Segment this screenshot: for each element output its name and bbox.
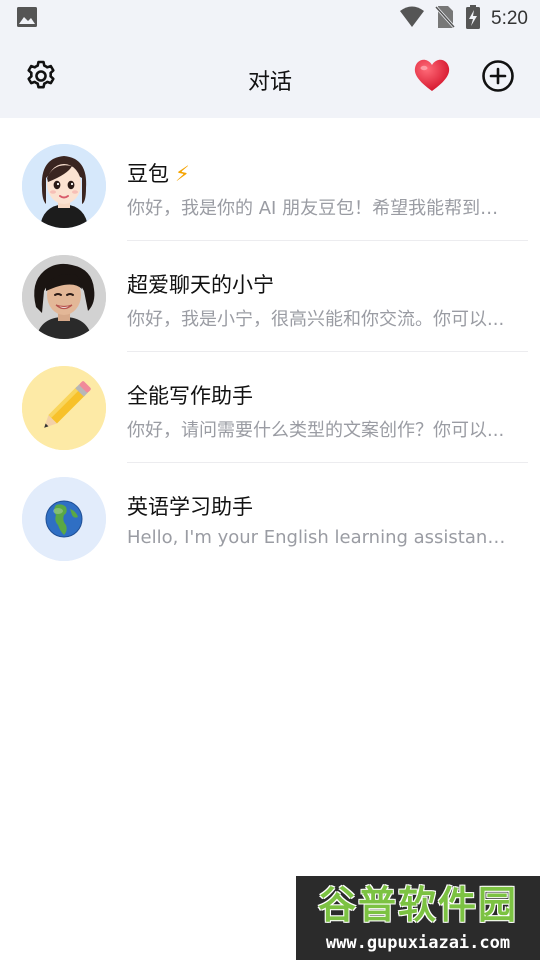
screen: 5:20 对话 豆包 ⚡ 你好，我是你的 AI 朋友豆包！希望我能帮到你... … [0,0,540,960]
status-time: 5:20 [491,8,528,29]
globe-icon [22,477,106,561]
image-icon [16,6,38,32]
new-chat-button[interactable] [476,56,520,100]
cartoon-girl-avatar [22,144,106,228]
avatar [22,366,106,450]
conversation-preview: 你好，我是小宁，很高兴能和你交流。你可以... [127,309,505,330]
conversation-name: 英语学习助手 [127,495,253,519]
watermark-url: www.gupuxiazai.com [325,933,511,953]
pencil-icon [22,366,106,450]
wifi-icon [399,6,425,32]
conversation-list: 豆包 ⚡ 你好，我是你的 AI 朋友豆包！希望我能帮到你... 超爱聊天的小宁 … [0,130,540,574]
page-title: 对话 [247,70,292,95]
lightning-icon: ⚡ [175,162,190,186]
heart-icon [413,58,451,98]
conversation-preview: Hello, I'm your English learning assista… [127,527,512,548]
conversation-preview: 你好，我是你的 AI 朋友豆包！希望我能帮到你... [127,198,512,219]
avatar [22,144,106,228]
photo-girl-avatar [22,255,106,339]
favorites-button[interactable] [410,56,454,100]
conversation-name: 全能写作助手 [127,384,253,408]
status-bar: 5:20 [0,0,540,38]
no-sim-icon [434,5,456,33]
avatar [22,477,106,561]
conversation-name: 超爱聊天的小宁 [127,273,274,297]
conversation-name-text: 豆包 [127,162,169,186]
avatar [22,255,106,339]
add-circle-icon [481,59,515,97]
battery-charging-icon [465,5,481,33]
conversation-name: 豆包 ⚡ [127,158,190,188]
conversation-item-xiaoning[interactable]: 超爱聊天的小宁 你好，我是小宁，很高兴能和你交流。你可以... [0,241,540,352]
watermark: 谷普软件园 www.gupuxiazai.com [296,876,540,960]
watermark-title: 谷普软件园 [317,883,518,927]
conversation-preview: 你好，请问需要什么类型的文案创作？你可以... [127,420,505,441]
conversation-item-english-assistant[interactable]: 英语学习助手 Hello, I'm your English learning … [0,463,540,574]
conversation-item-doubao[interactable]: 豆包 ⚡ 你好，我是你的 AI 朋友豆包！希望我能帮到你... [0,130,540,241]
conversation-item-writing-assistant[interactable]: 全能写作助手 你好，请问需要什么类型的文案创作？你可以... [0,352,540,463]
app-bar: 对话 [0,38,540,118]
